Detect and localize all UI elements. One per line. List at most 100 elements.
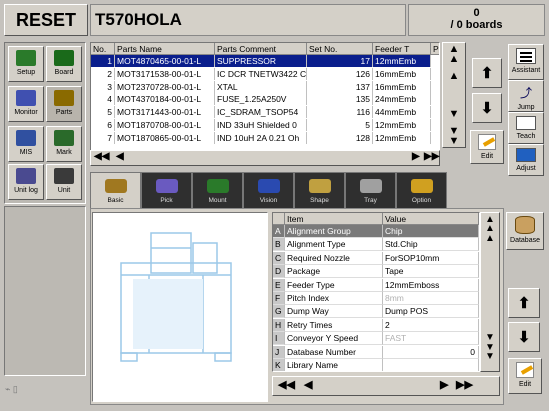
teach-button[interactable]: Teach	[508, 112, 544, 144]
prop-value[interactable]: Dump POS	[383, 305, 479, 319]
prop-item: Alignment Group	[285, 225, 383, 238]
parts-cell: IC DCR TNETW3422 C	[217, 67, 307, 80]
parts-hscroll[interactable]	[90, 150, 440, 166]
property-row[interactable]: I Conveyor Y Speed FAST	[273, 332, 479, 346]
property-vscroll[interactable]: ▲ ▲ ▲ ▼ ▼ ▼	[480, 212, 500, 372]
tab-option[interactable]: Option	[396, 172, 447, 208]
status-icons: ⌁ ▯	[5, 384, 18, 394]
prop-scroll-right-icon[interactable]: ▶	[440, 378, 452, 394]
nav-unit-log-button[interactable]: Unit log	[8, 164, 44, 200]
prop-col-header: Item	[285, 213, 383, 225]
prop-scroll-left-icon[interactable]: ◀	[304, 378, 316, 394]
parts-col-header[interactable]: Feeder T	[373, 43, 431, 55]
property-row[interactable]: C Required Nozzle ForSOP10mm	[273, 251, 479, 265]
tab-mount[interactable]: Mount	[192, 172, 243, 208]
move-down-button[interactable]: ⬇	[472, 93, 502, 123]
move-up-button[interactable]: ⬆	[472, 58, 502, 88]
prop-value[interactable]: 12mmEmboss	[383, 278, 479, 292]
nav-monitor-button[interactable]: Monitor	[8, 86, 44, 122]
parts-cell: 7	[91, 131, 115, 144]
prop-key: E	[273, 278, 285, 292]
scroll-page-up-icon[interactable]: ▲	[444, 70, 464, 84]
nav-label: Monitor	[14, 109, 38, 116]
property-row[interactable]: H Retry Times 2	[273, 318, 479, 332]
prop-scroll-last-icon[interactable]: ▶▶	[456, 378, 478, 394]
prop-value[interactable]: ForSOP10mm	[383, 251, 479, 265]
nav-mark-button[interactable]: Mark	[46, 126, 82, 162]
parts-table: No. Parts Name Parts Comment Set No. Feeder …	[90, 42, 440, 166]
reset-label: RESET	[15, 9, 76, 30]
prop-move-down-button[interactable]: ⬇	[508, 322, 540, 352]
parts-cell: 12mmEmb	[373, 131, 431, 144]
vision-tab-icon	[258, 179, 280, 193]
parts-table-row[interactable]: 1 MOT4870465-00-01-L SUPPRESSOR 17 12mmEmb	[91, 55, 439, 67]
prop-key: G	[273, 305, 285, 319]
prop-scroll-bottom-icon[interactable]: ▼ ▼	[481, 343, 499, 362]
database-button[interactable]: Database	[506, 212, 544, 250]
prop-key: C	[273, 251, 285, 265]
prop-value[interactable]: Std.Chip	[383, 238, 479, 252]
property-row[interactable]: F Pitch Index 8mm	[273, 292, 479, 305]
tab-tray[interactable]: Tray	[345, 172, 396, 208]
parts-table-row[interactable]: 7 MOT1870865-00-01-L IND 10uH 2A 0.21 Oh 12…	[91, 131, 439, 144]
property-row[interactable]: E Feeder Type 12mmEmboss	[273, 278, 479, 292]
nav-label: Setup	[16, 69, 36, 76]
nav-mis-button[interactable]: MIS	[8, 126, 44, 162]
prop-item: Database Number	[285, 345, 383, 359]
parts-col-header[interactable]: Po	[431, 43, 439, 55]
prop-value[interactable]: Chip	[383, 225, 479, 238]
parts-cell: MOT1870865-00-01-L	[115, 131, 215, 144]
scroll-right-icon[interactable]: ▶	[412, 151, 424, 165]
scroll-page-down-icon[interactable]: ▼	[444, 108, 464, 122]
parts-table-row[interactable]: 4 MOT4370184-00-01-L FUSE_1.25A250V 135 24mm…	[91, 93, 439, 106]
prop-value[interactable]	[383, 359, 479, 371]
prop-scroll-up-icon[interactable]: ▲	[481, 233, 499, 244]
prop-value[interactable]: 2	[383, 318, 479, 332]
parts-col-header[interactable]: Set No.	[307, 43, 373, 55]
adjust-button[interactable]: Adjust	[508, 144, 544, 176]
prop-value[interactable]: Tape	[383, 265, 479, 279]
scroll-last-icon[interactable]: ▶▶	[424, 151, 444, 165]
reset-button[interactable]: RESET	[4, 4, 88, 36]
parts-table-row[interactable]: 5 MOT3171443-00-01-L IC_SDRAM_TSOP54 116 44m…	[91, 106, 439, 119]
parts-cell: MOT1870708-00-01-L	[115, 119, 215, 131]
parts-table-row[interactable]: 2 MOT3171538-00-01-L IC DCR TNETW3422 C 126…	[91, 67, 439, 80]
scroll-left-icon[interactable]: ◀	[116, 151, 128, 165]
edit-button-top[interactable]: Edit	[470, 130, 504, 164]
parts-col-header[interactable]: Parts Comment	[215, 43, 307, 55]
parts-col-header[interactable]: No.	[91, 43, 115, 55]
nav-parts-button[interactable]: Parts	[46, 86, 82, 122]
prop-scroll-first-icon[interactable]: ◀◀	[278, 378, 300, 394]
property-row[interactable]: A Alignment Group Chip	[273, 225, 479, 238]
jump-button[interactable]: ⤴ Jump	[508, 80, 544, 112]
nav-unit-button[interactable]: Unit	[46, 164, 82, 200]
nav-setup-button[interactable]: Setup	[8, 46, 44, 82]
property-row[interactable]: K Library Name	[273, 359, 479, 371]
parts-cell: 16mmEmb	[373, 80, 431, 93]
prop-value[interactable]: FAST	[383, 332, 479, 346]
nav-board-button[interactable]: Board	[46, 46, 82, 82]
prop-value[interactable]: 0	[383, 345, 479, 359]
edit-button-bottom[interactable]: Edit	[508, 358, 542, 394]
prop-value[interactable]: 8mm	[383, 292, 479, 305]
property-row[interactable]: D Package Tape	[273, 265, 479, 279]
parts-table-row[interactable]: 3 MOT2370728-00-01-L XTAL 137 16mmEmb	[91, 80, 439, 93]
scroll-bottom-icon[interactable]: ▼ ▼	[444, 126, 464, 148]
basic-tab-icon	[105, 179, 127, 193]
tab-pick[interactable]: Pick	[141, 172, 192, 208]
prop-scroll-top-icon[interactable]: ▲ ▲	[481, 215, 499, 234]
property-row[interactable]: J Database Number 0	[273, 345, 479, 359]
property-row[interactable]: B Alignment Type Std.Chip	[273, 238, 479, 252]
parts-table-row[interactable]: 6 MOT1870708-00-01-L IND 33uH Shielded 051…	[91, 119, 439, 131]
assistant-button[interactable]: Assistant	[508, 44, 544, 80]
scroll-first-icon[interactable]: ◀◀	[94, 151, 114, 165]
tab-shape[interactable]: Shape	[294, 172, 345, 208]
property-row[interactable]: G Dump Way Dump POS	[273, 305, 479, 319]
prop-move-up-button[interactable]: ⬆	[508, 288, 540, 318]
tab-vision[interactable]: Vision	[243, 172, 294, 208]
parts-cell: IC_SDRAM_TSOP54	[215, 106, 307, 119]
parts-col-header[interactable]: Parts Name	[115, 43, 215, 55]
tab-label: Pick	[160, 197, 173, 204]
tab-basic[interactable]: Basic	[90, 172, 141, 210]
scroll-top-icon[interactable]: ▲ ▲	[444, 44, 464, 66]
